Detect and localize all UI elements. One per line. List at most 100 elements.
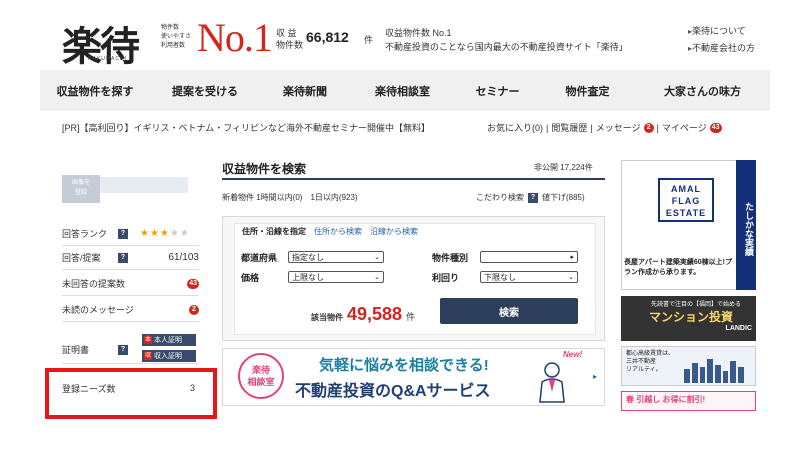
help-icon[interactable]: ?	[528, 192, 538, 203]
avatar-upload[interactable]: 画像を 登録	[62, 175, 100, 203]
price-label: 価格	[241, 273, 260, 283]
tab-address[interactable]: 住所から検索	[314, 226, 362, 237]
unanswered-label: 未回答の提案数	[62, 279, 126, 289]
chevron-down-icon: ⌄	[374, 254, 380, 261]
mypage-link[interactable]: マイページ	[662, 121, 707, 134]
price-select[interactable]: 上限なし ⌄	[288, 271, 384, 283]
history-link[interactable]: 閲覧履歴	[551, 121, 587, 134]
advanced-search: こだわり検索 ? 値下げ(885)	[476, 192, 585, 203]
income-cert-label: 収入証明	[154, 353, 182, 360]
identity-cert-label: 本人証明	[154, 337, 182, 344]
nav-seminar[interactable]: セミナー	[455, 83, 540, 99]
tab-line[interactable]: 沿線から検索	[370, 226, 418, 237]
unread-row[interactable]: 未読のメッセージ 2	[62, 298, 199, 322]
separator: |	[590, 122, 593, 133]
help-icon[interactable]: ?	[118, 344, 128, 355]
stats-label: 収 益 物件数	[276, 27, 306, 51]
rank-stars: ★★★★★	[140, 228, 190, 239]
highlight-box	[45, 368, 217, 419]
search-button[interactable]: 検索	[440, 298, 578, 324]
rank-label: 回答ランク	[62, 229, 108, 239]
price-down-link[interactable]: 値下げ(885)	[542, 192, 585, 203]
ad-landic[interactable]: 先読書で注目の【福岡】で始める マンション投資 LANDIC	[621, 296, 756, 341]
type-label: 物件種別	[432, 253, 469, 263]
stats-label-line: 収 益	[276, 28, 297, 38]
answer-value: 61/103	[168, 252, 199, 263]
ad2-big: マンション投資	[649, 310, 734, 324]
circle-text: 相談室	[247, 377, 275, 387]
ad-mitsui[interactable]: 都心高級賃貸は、 三井不動産 リアルティ。	[621, 346, 756, 386]
ad3-line: 都心高級賃貸は、	[626, 351, 675, 357]
site-tagline: 収益物件数 No.1	[385, 28, 452, 38]
main-nav: 収益物件を探す 提案を受ける 楽待新聞 楽待相談室 セミナー 物件査定 大家さん…	[40, 70, 770, 111]
favorites-link[interactable]: お気に入り(0)	[487, 121, 543, 134]
unpublished-count[interactable]: 非公開 17,224件	[534, 162, 593, 173]
unanswered-row[interactable]: 未回答の提案数 43	[62, 272, 199, 296]
ad1-side-text: たしかな実績	[736, 160, 756, 290]
income-cert-button[interactable]: 収 収入証明	[142, 350, 196, 362]
tab-address-line[interactable]: 住所・沿線を指定	[242, 226, 306, 237]
property-count-unit: 件	[364, 35, 374, 45]
for-agents-link[interactable]: 不動産会社の方	[688, 41, 755, 54]
hit-label: 該当物件	[311, 313, 343, 322]
nav-find-property[interactable]: 収益物件を探す	[40, 83, 150, 99]
banner-service: 不動産投資のQ&Aサービス	[295, 383, 491, 400]
logo-subtitle: RAKUMACHI	[88, 56, 128, 62]
pr-link[interactable]: [PR]【高利回り】イギリス・ベトナム・フィリピンなど海外不動産セミナー開催中【…	[62, 121, 430, 134]
nav-landlord[interactable]: 大家さんの味方	[635, 83, 770, 99]
identity-cert-button[interactable]: 本 本人証明	[142, 334, 196, 346]
amal-logo: AMAL FLAG ESTATE	[658, 178, 714, 222]
unanswered-badge: 43	[187, 278, 199, 289]
yield-label: 利回り	[432, 273, 460, 283]
title-divider	[222, 178, 605, 180]
ad2-small: 先読書で注目の【福岡】で始める	[651, 302, 742, 308]
unread-label: 未読のメッセージ	[62, 305, 134, 315]
about-link[interactable]: 楽待について	[688, 24, 746, 37]
person-illustration-icon	[539, 362, 565, 403]
nav-consultation[interactable]: 楽待相談室	[350, 83, 455, 99]
help-icon[interactable]: ?	[118, 252, 128, 263]
ad2-brand: LANDIC	[725, 325, 752, 332]
yield-value: 下限なし	[484, 272, 516, 282]
message-link[interactable]: メッセージ	[596, 121, 641, 134]
rank-row: 回答ランク ? ★★★★★	[62, 222, 199, 246]
hit-count: 該当物件 49,588 件	[311, 304, 415, 325]
site-description: 不動産投資のことなら国内最大の不動産投資サイト「楽待」	[385, 42, 628, 52]
avatar-text: 登録	[74, 190, 87, 196]
type-select[interactable]: ▸	[480, 251, 578, 263]
message-badge: 2	[643, 122, 654, 133]
separator: |	[546, 122, 549, 133]
amal-logo-line: AMAL	[671, 184, 701, 194]
pref-select[interactable]: 指定なし ⌄	[288, 251, 384, 263]
pref-value: 指定なし	[292, 252, 324, 262]
amal-logo-line: ESTATE	[665, 208, 707, 218]
no1-category: 物件数	[161, 25, 180, 31]
nav-proposals[interactable]: 提案を受ける	[150, 83, 260, 99]
hit-unit: 件	[406, 312, 416, 322]
kodawari-link[interactable]: こだわり検索	[476, 192, 524, 203]
separator: |	[656, 122, 659, 133]
nav-assessment[interactable]: 物件査定	[540, 83, 635, 99]
chevron-down-icon: ⌄	[568, 274, 574, 281]
yield-select[interactable]: 下限なし ⌄	[480, 271, 578, 283]
ad-moving[interactable]: 春 引越し お得に割引!	[621, 391, 756, 411]
new-items-link[interactable]: 新着物件 1時間以内(0) 1日以内(923)	[222, 192, 358, 203]
chevron-down-icon: ⌄	[374, 274, 380, 281]
cert-mark-icon: 本	[144, 336, 152, 344]
search-tabs: 住所・沿線を指定 住所から検索 沿線から検索	[242, 226, 418, 237]
stats-label-line: 物件数	[276, 40, 304, 50]
new-badge: New!	[563, 350, 583, 359]
user-links: お気に入り(0) | 閲覧履歴 | メッセージ 2 | マイページ 43	[487, 121, 722, 134]
circle-text: 楽待	[251, 365, 270, 375]
banner-headline: 気軽に悩みを相談できる!	[319, 357, 489, 374]
site-logo[interactable]: 楽待	[62, 14, 140, 72]
chevron-right-icon: ▸	[570, 254, 574, 261]
hit-number: 49,588	[347, 304, 403, 324]
mypage-badge: 43	[709, 122, 722, 133]
unread-badge: 2	[189, 304, 199, 315]
answer-row: 回答/提案 ? 61/103	[62, 246, 199, 270]
nav-news[interactable]: 楽待新聞	[260, 83, 350, 99]
help-icon[interactable]: ?	[118, 228, 128, 239]
chevron-right-icon: ▸	[593, 372, 598, 381]
property-count: 66,812	[306, 29, 349, 45]
